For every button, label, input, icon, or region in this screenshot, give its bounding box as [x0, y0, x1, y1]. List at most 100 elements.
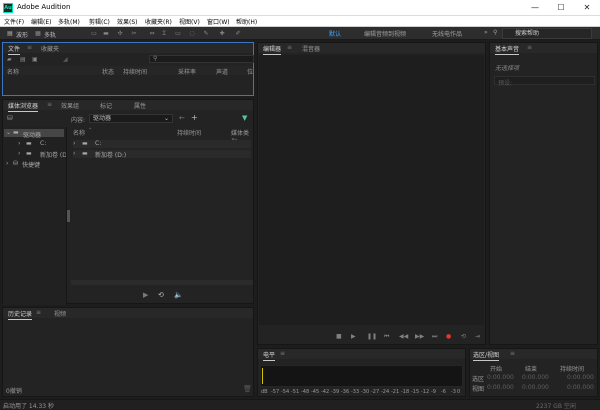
selection-duration-field[interactable]: 0:00.000 [567, 374, 594, 381]
slip-tool-icon[interactable]: ⇔ [148, 30, 156, 37]
drive-tool-icon[interactable]: ⛁ [7, 114, 13, 122]
view-end-field[interactable]: 0:00.000 [522, 384, 549, 391]
media-col-name[interactable]: 名称 [73, 128, 85, 137]
brush-tool-icon[interactable]: ✎ [202, 30, 210, 37]
view-start-field[interactable]: 0:00.000 [487, 384, 514, 391]
waveform-view-icon[interactable]: ▤ [6, 30, 14, 37]
tree-root-drives[interactable]: ⌄ ▬ 驱动器 [4, 129, 64, 139]
tab-properties[interactable]: 属性 [134, 101, 146, 110]
spot-healing-tool-icon[interactable]: ✚ [218, 30, 226, 37]
media-list-item[interactable]: › ▬ C: [73, 140, 251, 148]
play-icon[interactable]: ▶ [351, 333, 356, 340]
move-tool-icon[interactable]: ✣ [116, 30, 124, 37]
pitch-display-icon[interactable]: ▬ [102, 30, 110, 37]
filter-icon[interactable]: ▼ [242, 114, 247, 122]
menu-multitrack[interactable]: 多轨(M) [58, 17, 80, 26]
tab-essential-sound[interactable]: 基本声音 [495, 44, 520, 55]
media-panel-menu-icon[interactable]: ≡ [47, 101, 52, 108]
go-to-end-icon[interactable]: ⏭ [432, 333, 437, 341]
open-file-icon[interactable]: ▰ [7, 56, 12, 63]
tab-media-browser[interactable]: 媒体浏览器 [8, 101, 39, 112]
transport-controls: ■ ▶ ❚❚ ⏮ ◀◀ ▶▶ ⏭ ● ⟲ ⇥ [336, 333, 486, 342]
time-selection-tool-icon[interactable]: Ɪ [160, 30, 168, 37]
razor-tool-icon[interactable]: ✂ [130, 30, 138, 37]
maximize-button[interactable]: ☐ [548, 0, 574, 16]
tab-levels[interactable]: 电平 [263, 350, 276, 361]
menu-view[interactable]: 视图(V) [179, 17, 200, 26]
files-panel-menu-icon[interactable]: ≡ [27, 44, 32, 51]
add-shortcut-icon[interactable]: + [191, 113, 198, 122]
selection-start-field[interactable]: 0:00.000 [487, 374, 514, 381]
view-duration-field[interactable]: 0:00.000 [567, 384, 594, 391]
preview-volume-icon[interactable]: 🔈 [174, 291, 183, 299]
skip-selection-icon[interactable]: ⇥ [475, 333, 480, 340]
col-name[interactable]: 名称 [7, 67, 19, 76]
menu-file[interactable]: 文件(F) [4, 17, 24, 26]
workspace-menu-icon[interactable]: » [484, 29, 488, 36]
editor-canvas[interactable] [259, 55, 484, 325]
menu-clip[interactable]: 剪辑(C) [89, 17, 110, 26]
essential-panel-menu-icon[interactable]: ≡ [527, 44, 532, 51]
col-sample-rate[interactable]: 采样率 [178, 67, 196, 76]
preset-dropdown[interactable]: 预设: [494, 76, 595, 87]
waveform-button[interactable]: 波形 [16, 30, 28, 39]
record-icon[interactable]: ● [446, 333, 451, 340]
delete-history-icon[interactable]: 🗑 [243, 385, 252, 393]
search-help-input[interactable]: 搜索帮助 [502, 28, 592, 39]
back-arrow-icon[interactable]: ← [179, 114, 185, 122]
fast-forward-icon[interactable]: ▶▶ [415, 333, 424, 340]
chevron-right-icon: › [6, 160, 9, 167]
preview-loop-icon[interactable]: ⟲ [158, 291, 164, 299]
menu-edit[interactable]: 编辑(E) [31, 17, 51, 26]
tab-mixer[interactable]: 混音器 [302, 44, 320, 53]
tab-video[interactable]: 视频 [54, 309, 66, 318]
selection-panel-menu-icon[interactable]: ≡ [510, 350, 515, 357]
tab-selection-view[interactable]: 选区/视图 [473, 350, 500, 361]
import-file-icon[interactable]: ▤ [20, 56, 26, 63]
tab-editor[interactable]: 编辑器 [263, 44, 282, 55]
loop-playback-icon[interactable]: ⟲ [461, 333, 466, 340]
menu-help[interactable]: 帮助(H) [236, 17, 257, 26]
menu-effects[interactable]: 效果(S) [117, 17, 138, 26]
menu-window[interactable]: 窗口(W) [207, 17, 230, 26]
lasso-tool-icon[interactable]: ◌ [188, 30, 196, 37]
col-channels[interactable]: 声道 [216, 67, 228, 76]
workspace-default[interactable]: 默认 [329, 29, 341, 38]
selection-end-field[interactable]: 0:00.000 [522, 374, 549, 381]
rewind-icon[interactable]: ◀◀ [399, 333, 408, 340]
editor-panel-menu-icon[interactable]: ≡ [287, 44, 292, 51]
workspace-edit-audio-to-video[interactable]: 编辑音频到视频 [364, 29, 406, 38]
preview-play-icon[interactable]: ▶ [143, 291, 148, 299]
meter-scale-label: -54 [281, 389, 290, 395]
menu-favorites[interactable]: 收藏夹(R) [145, 17, 172, 26]
multitrack-view-icon[interactable]: ▦ [34, 30, 42, 37]
tab-history[interactable]: 历史记录 [8, 309, 33, 320]
tab-markers[interactable]: 标记 [100, 101, 112, 110]
pencil-tool-icon[interactable]: ✐ [234, 30, 242, 37]
spectral-display-icon[interactable]: ▭ [90, 30, 98, 37]
panel-splitter-handle[interactable] [67, 210, 70, 222]
tab-favorites[interactable]: 收藏夹 [41, 44, 59, 53]
col-duration[interactable]: 持续时间 [123, 67, 147, 76]
marquee-tool-icon[interactable]: ▭ [174, 30, 182, 37]
col-bits[interactable]: 位 [247, 67, 253, 76]
history-panel-menu-icon[interactable]: ≡ [36, 309, 41, 316]
col-status[interactable]: 状态 [102, 67, 114, 76]
level-panel-menu-icon[interactable]: ≡ [280, 350, 285, 357]
close-button[interactable]: ✕ [574, 0, 600, 16]
media-col-duration[interactable]: 持续时间 [177, 128, 201, 137]
multitrack-button[interactable]: 多轨 [44, 30, 56, 39]
media-horizontal-scrollbar[interactable] [71, 280, 253, 285]
new-file-icon[interactable]: ▣ [32, 56, 38, 63]
pause-icon[interactable]: ❚❚ [367, 333, 377, 340]
workspace-radio-production[interactable]: 无线电作品 [432, 29, 462, 38]
files-search-field[interactable]: ⚲ [149, 55, 254, 63]
minimize-button[interactable]: — [522, 0, 548, 16]
tab-effects-rack[interactable]: 效果组 [61, 101, 79, 110]
insert-icon[interactable]: ◢ [63, 56, 68, 63]
stop-icon[interactable]: ■ [336, 333, 342, 340]
tab-files[interactable]: 文件 [8, 44, 21, 55]
media-list-item[interactable]: › ▬ 新加卷 (D:) [73, 150, 251, 159]
content-dropdown[interactable]: 驱动器 ⌄ [89, 114, 173, 123]
go-to-start-icon[interactable]: ⏮ [384, 333, 389, 341]
